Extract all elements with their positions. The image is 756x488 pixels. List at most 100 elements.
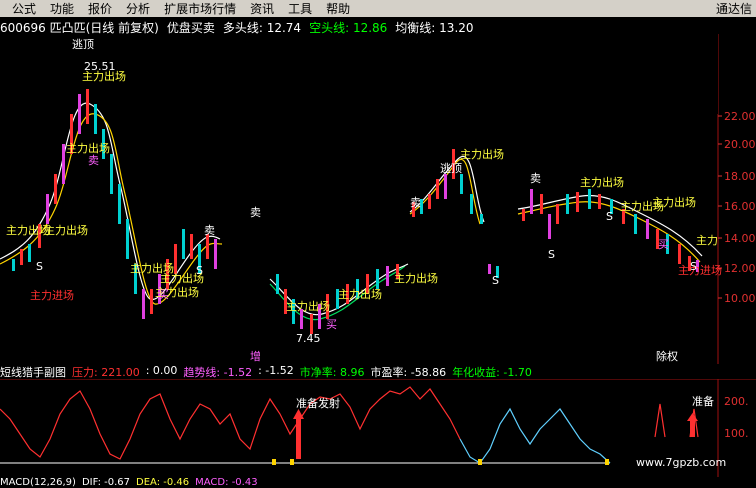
s-marker: S	[196, 264, 203, 277]
annual-readout: 年化收益: -1.70	[452, 364, 532, 379]
escape-top-label: 逃顶	[72, 38, 94, 51]
price-tick-22: 22.00	[718, 110, 756, 123]
dif-readout: DIF: -0.67	[82, 477, 131, 488]
menu-analysis[interactable]: 分析	[119, 0, 157, 17]
sell-marker: 卖	[250, 206, 261, 219]
balance-line-readout: 均衡线: 13.20	[395, 19, 473, 35]
price-tick-label: 12.00	[724, 262, 756, 275]
long-line-readout: 多头线: 12.74	[223, 19, 301, 35]
main-exit-label: 主力出场	[66, 141, 110, 155]
rights-marker: 除权	[656, 349, 678, 363]
indicator-line-red	[0, 386, 461, 460]
menu-quote[interactable]: 报价	[81, 0, 119, 17]
watermark: www.7gpzb.com	[636, 456, 727, 469]
s-marker: S	[690, 260, 697, 273]
pe-value: -58.86	[410, 366, 447, 379]
ready-launch-label: 准备	[692, 394, 714, 408]
sell-marker: 卖	[410, 196, 421, 209]
chart-background-patch	[430, 34, 718, 114]
indicator-line-cyan	[459, 407, 611, 464]
launch-bar	[296, 419, 301, 459]
pb-label: 市净率:	[299, 366, 337, 379]
main-enter-label: 主力进场	[30, 288, 74, 302]
dif-value: -0.67	[104, 477, 131, 488]
yellow-markers	[272, 459, 609, 465]
main-exit-label: 主力出场	[286, 299, 330, 313]
main-exit-label: 主力出场	[394, 271, 438, 285]
indicator-title-bar: 短线猎手副图 压力: 221.00 : 0.00 趋势线: -1.52 : -1…	[0, 364, 532, 379]
price-axis: 22.00 20.00 18.00 16.00 14.00 12.00 10.0…	[718, 110, 756, 305]
menu-tools[interactable]: 工具	[281, 0, 319, 17]
indicator-tick-200: 200.	[724, 395, 749, 408]
long-line-value: 12.74	[266, 21, 302, 35]
launch-arrow-icon	[687, 413, 698, 421]
menu-news[interactable]: 资讯	[243, 0, 281, 17]
indicator-name: 短线猎手副图	[0, 366, 66, 379]
sell-marker: 卖	[530, 172, 541, 185]
price-tick-10: 10.00	[718, 292, 756, 305]
value-2: : 0.00	[145, 364, 178, 377]
increase-marker: 增	[250, 349, 261, 363]
macd-value-readout: MACD: -0.43	[195, 477, 258, 488]
short-line-label: 空头线:	[309, 21, 350, 35]
price-tick-label: 22.00	[724, 110, 756, 123]
macd-value: -0.43	[231, 477, 258, 488]
dea-readout: DEA: -0.46	[136, 477, 190, 488]
value-4: : -1.52	[258, 364, 294, 377]
chart-info-bar: 600696 匹凸匹(日线 前复权) 优盘买卖 多头线: 12.74 空头线: …	[0, 19, 474, 35]
s-marker: S	[36, 260, 43, 273]
main-exit-label: 主力出场	[82, 69, 126, 83]
trend-label: 趋势线:	[183, 366, 221, 379]
main-exit-label: 主力出场	[460, 147, 504, 161]
indicator-tick-100: 100.	[724, 427, 749, 440]
annual-value: -1.70	[503, 366, 532, 379]
main-exit-label: 主力出场	[338, 287, 382, 301]
strategy-name: 优盘买卖	[166, 21, 215, 35]
annual-label: 年化收益:	[452, 366, 500, 379]
s-marker: S	[606, 210, 613, 223]
main-enter-label: 主力进场	[678, 263, 722, 277]
menu-bar: 公式 功能 报价 分析 扩展市场行情 资讯 工具 帮助 通达信	[0, 0, 756, 17]
long-line-label: 多头线:	[222, 21, 263, 35]
price-tick-20: 20.00	[718, 138, 756, 151]
buy-marker: 买	[326, 318, 337, 331]
dea-label: DEA:	[136, 477, 161, 488]
low-price-label: 7.45	[296, 332, 321, 345]
pressure-value: 221.00	[101, 366, 140, 379]
dea-value: -0.46	[163, 477, 190, 488]
pb-readout: 市净率: 8.96	[299, 364, 365, 379]
short-line-readout: 空头线: 12.86	[309, 19, 387, 35]
main-exit-label: 主力出场	[580, 175, 624, 189]
main-exit-label: 主力出场	[44, 223, 88, 237]
macd-label: MACD(12,26,9)	[0, 477, 76, 488]
pressure-label: 压力:	[72, 366, 98, 379]
buy-marker: 买	[158, 288, 169, 301]
menu-formula[interactable]: 公式	[0, 0, 43, 17]
menu-extended-market[interactable]: 扩展市场行情	[157, 0, 243, 17]
pressure-readout: 压力: 221.00	[72, 364, 140, 379]
price-chart-panel[interactable]: 22.00 20.00 18.00 16.00 14.00 12.00 10.0…	[0, 34, 756, 364]
short-line-value: 12.86	[352, 21, 388, 35]
launch-bar	[690, 421, 695, 437]
menu-help[interactable]: 帮助	[319, 0, 357, 17]
right-edge-main-label: 主力	[696, 234, 718, 247]
price-tick-label: 20.00	[724, 138, 756, 151]
stock-code-title: 600696 匹凸匹(日线 前复权)	[0, 21, 159, 35]
pe-readout: 市盈率: -58.86	[370, 364, 447, 379]
balance-line-value: 13.20	[439, 21, 474, 35]
price-tick-label: 18.00	[724, 170, 756, 183]
price-tick-label: 10.00	[724, 292, 756, 305]
price-tick-16: 16.00	[718, 200, 756, 213]
buy-marker: 买	[658, 238, 669, 251]
sell-marker: 卖	[204, 224, 215, 237]
app-title: 通达信	[715, 2, 752, 16]
s-marker: S	[492, 274, 499, 287]
sell-marker: 卖	[88, 154, 99, 167]
launch-arrow-icon	[293, 409, 304, 419]
price-tick-12: 12.00	[718, 262, 756, 275]
macd-title-bar: MACD(12,26,9) DIF: -0.67 DEA: -0.46 MACD…	[0, 477, 258, 488]
menu-function[interactable]: 功能	[43, 0, 81, 17]
pe-label: 市盈率:	[370, 366, 408, 379]
mid-escape-label: 逃顶	[440, 162, 462, 175]
macd-value-label: MACD:	[195, 477, 229, 488]
